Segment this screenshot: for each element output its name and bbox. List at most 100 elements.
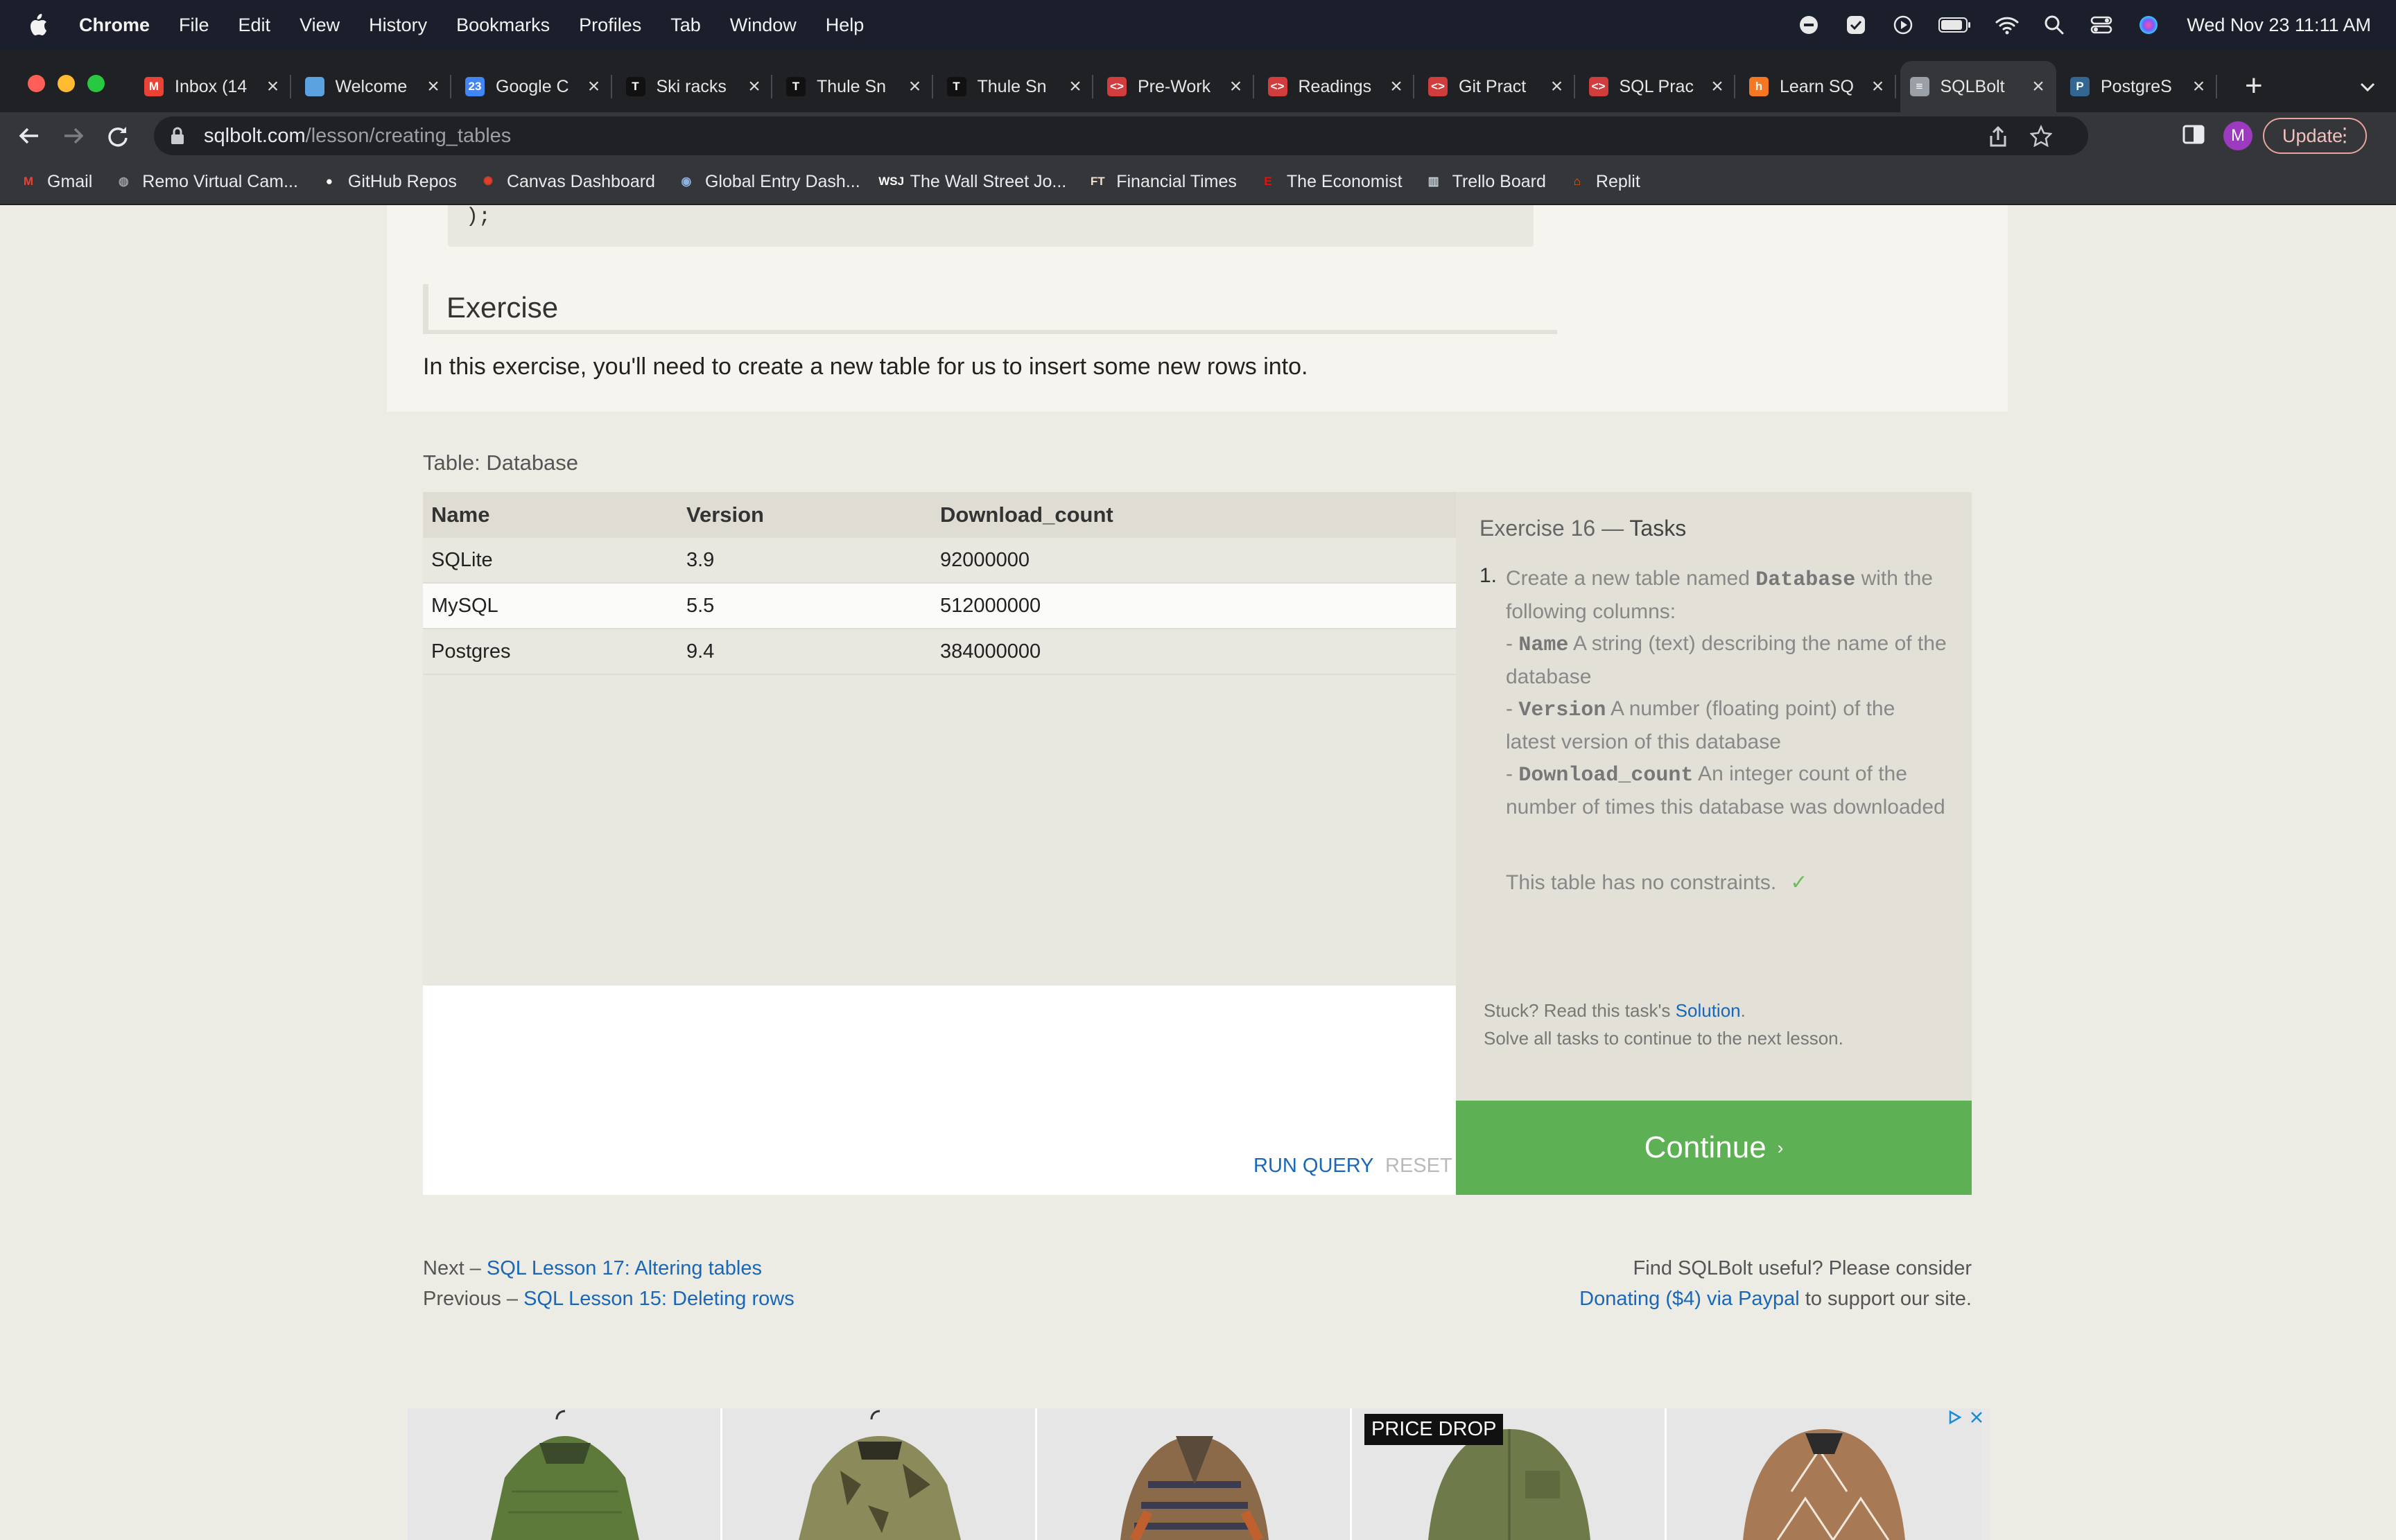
menu-edit[interactable]: Edit: [238, 15, 271, 36]
tab-label: Google C: [496, 76, 569, 96]
close-tab-icon[interactable]: ×: [1387, 75, 1406, 98]
checkmark-icon[interactable]: [1844, 13, 1868, 37]
address-bar[interactable]: sqlbolt.com/lesson/creating_tables: [154, 116, 2088, 155]
close-tab-icon[interactable]: ×: [1708, 75, 1727, 98]
bookmark-trello-board[interactable]: ▥ Trello Board: [1423, 171, 1546, 192]
tab-search-chevron-icon[interactable]: [2357, 76, 2378, 97]
close-window-icon[interactable]: [28, 75, 45, 92]
close-tab-icon[interactable]: ×: [584, 75, 604, 98]
kebab-menu-icon[interactable]: ⋮: [2335, 125, 2354, 146]
bookmark-the-wall-street-jo[interactable]: WSJ The Wall Street Jo...: [878, 171, 1066, 192]
siri-icon[interactable]: [2137, 13, 2160, 37]
next-lesson-link[interactable]: SQL Lesson 17: Altering tables: [487, 1257, 762, 1279]
ad-product-camo-jacket[interactable]: [722, 1408, 1037, 1540]
play-icon[interactable]: [1891, 13, 1915, 37]
tab-learn-sq[interactable]: h Learn SQ ×: [1739, 64, 1896, 110]
status-app-icon[interactable]: [1797, 13, 1821, 37]
tab-readings[interactable]: <> Readings ×: [1258, 64, 1414, 110]
ad-product-argyle-sweater[interactable]: [1667, 1408, 1981, 1540]
minimize-window-icon[interactable]: [58, 75, 75, 92]
donate-link[interactable]: Donating ($4) via Paypal: [1579, 1288, 1800, 1310]
solution-link[interactable]: Solution: [1676, 1000, 1741, 1021]
adchoices-icon[interactable]: [1947, 1410, 1962, 1428]
wsj-icon: WSJ: [878, 175, 905, 188]
ad-product-cardigan[interactable]: [1037, 1408, 1352, 1540]
bookmark-canvas-dashboard[interactable]: ✺ Canvas Dashboard: [478, 171, 655, 192]
ad-product-quilted-jacket[interactable]: [408, 1408, 722, 1540]
close-tab-icon[interactable]: ×: [1868, 75, 1888, 98]
menu-history[interactable]: History: [369, 15, 427, 36]
menu-tab[interactable]: Tab: [670, 15, 701, 36]
advertisement-banner[interactable]: PRICE DROP: [408, 1408, 1990, 1540]
bookmark-github-repos[interactable]: ● GitHub Repos: [319, 171, 457, 192]
tab-separator: [610, 75, 612, 98]
bookmark-remo-virtual-cam[interactable]: ◍ Remo Virtual Cam...: [113, 171, 298, 192]
tab-inbox-14[interactable]: M Inbox (14 ×: [134, 64, 291, 110]
reset-button[interactable]: RESET: [1385, 1155, 1452, 1178]
menubar-clock[interactable]: Wed Nov 23 11:11 AM: [2187, 15, 2371, 36]
bookmark-financial-times[interactable]: FT Financial Times: [1087, 171, 1237, 192]
postgres-icon: P: [2070, 77, 2090, 96]
close-tab-icon[interactable]: ×: [1066, 75, 1085, 98]
close-tab-icon[interactable]: ×: [424, 75, 443, 98]
sql-query-editor[interactable]: RUN QUERY RESET: [423, 986, 1456, 1195]
url-path: /lesson/creating_tables: [305, 124, 512, 147]
side-panel-icon[interactable]: [2181, 122, 2206, 147]
reload-icon[interactable]: [104, 122, 132, 150]
close-tab-icon[interactable]: ×: [2029, 75, 2048, 98]
menu-profiles[interactable]: Profiles: [579, 15, 641, 36]
tab-postgres[interactable]: P PostgreS ×: [2060, 64, 2217, 110]
lock-icon[interactable]: [171, 125, 189, 146]
bookmark-replit[interactable]: ⌂ Replit: [1567, 171, 1640, 192]
close-tab-icon[interactable]: ×: [745, 75, 764, 98]
continue-button[interactable]: Continue ›: [1456, 1101, 1972, 1195]
run-query-button[interactable]: RUN QUERY: [1253, 1155, 1374, 1178]
back-arrow-icon[interactable]: [15, 122, 43, 150]
tab-welcome[interactable]: Welcome ×: [295, 64, 451, 110]
tab-ski-racks[interactable]: T Ski racks ×: [616, 64, 772, 110]
tab-git-pract[interactable]: <> Git Pract ×: [1418, 64, 1575, 110]
tab-sqlbolt[interactable]: ≡ SQLBolt ×: [1900, 61, 2056, 112]
previous-lesson-link[interactable]: SQL Lesson 15: Deleting rows: [523, 1288, 795, 1310]
tab-sql-prac[interactable]: <> SQL Prac ×: [1579, 64, 1735, 110]
close-tab-icon[interactable]: ×: [2189, 75, 2209, 98]
bookmark-gmail[interactable]: M Gmail: [18, 171, 92, 192]
battery-icon[interactable]: [1938, 13, 1972, 37]
tab-label: Readings: [1298, 76, 1372, 96]
bookmark-star-icon[interactable]: [2029, 124, 2053, 150]
bookmark-global-entry-dash[interactable]: ◉ Global Entry Dash...: [676, 171, 860, 192]
share-icon[interactable]: [1988, 125, 2008, 150]
tab-google-c[interactable]: 23 Google C ×: [455, 64, 612, 110]
close-tab-icon[interactable]: ×: [1226, 75, 1246, 98]
bookmark-the-economist[interactable]: E The Economist: [1258, 171, 1402, 192]
close-ad-icon[interactable]: [1969, 1410, 1984, 1428]
tab-thule-sn[interactable]: T Thule Sn ×: [937, 64, 1093, 110]
menu-help[interactable]: Help: [826, 15, 865, 36]
menu-file[interactable]: File: [179, 15, 209, 36]
close-tab-icon[interactable]: ×: [905, 75, 925, 98]
code-icon: <>: [1267, 77, 1287, 96]
tab-pre-work[interactable]: <> Pre-Work ×: [1097, 64, 1254, 110]
forward-arrow-icon[interactable]: [60, 122, 87, 150]
new-tab-button[interactable]: +: [2245, 71, 2263, 101]
menu-bookmarks[interactable]: Bookmarks: [456, 15, 550, 36]
previous-prefix: Previous –: [423, 1288, 524, 1310]
menu-app-name[interactable]: Chrome: [79, 15, 150, 36]
menu-view[interactable]: View: [300, 15, 340, 36]
task-constraint-note: This table has no constraints. ✓: [1506, 870, 1807, 895]
apple-icon[interactable]: [28, 12, 49, 37]
url-text[interactable]: sqlbolt.com/lesson/creating_tables: [204, 125, 511, 148]
tab-thule-sn[interactable]: T Thule Sn ×: [776, 64, 933, 110]
close-tab-icon[interactable]: ×: [263, 75, 283, 98]
profile-avatar[interactable]: M: [2223, 121, 2252, 150]
wifi-icon[interactable]: [1995, 13, 2019, 37]
tab-separator: [1573, 75, 1575, 98]
zoom-window-icon[interactable]: [87, 75, 105, 92]
update-button[interactable]: Update ⋮: [2263, 118, 2367, 154]
task-column-download-count: Download_count: [1518, 764, 1694, 787]
control-center-icon[interactable]: [2090, 13, 2113, 37]
table-row: MySQL 5.5 512000000: [423, 583, 1456, 629]
search-icon[interactable]: [2042, 13, 2066, 37]
menu-window[interactable]: Window: [730, 15, 797, 36]
close-tab-icon[interactable]: ×: [1547, 75, 1567, 98]
